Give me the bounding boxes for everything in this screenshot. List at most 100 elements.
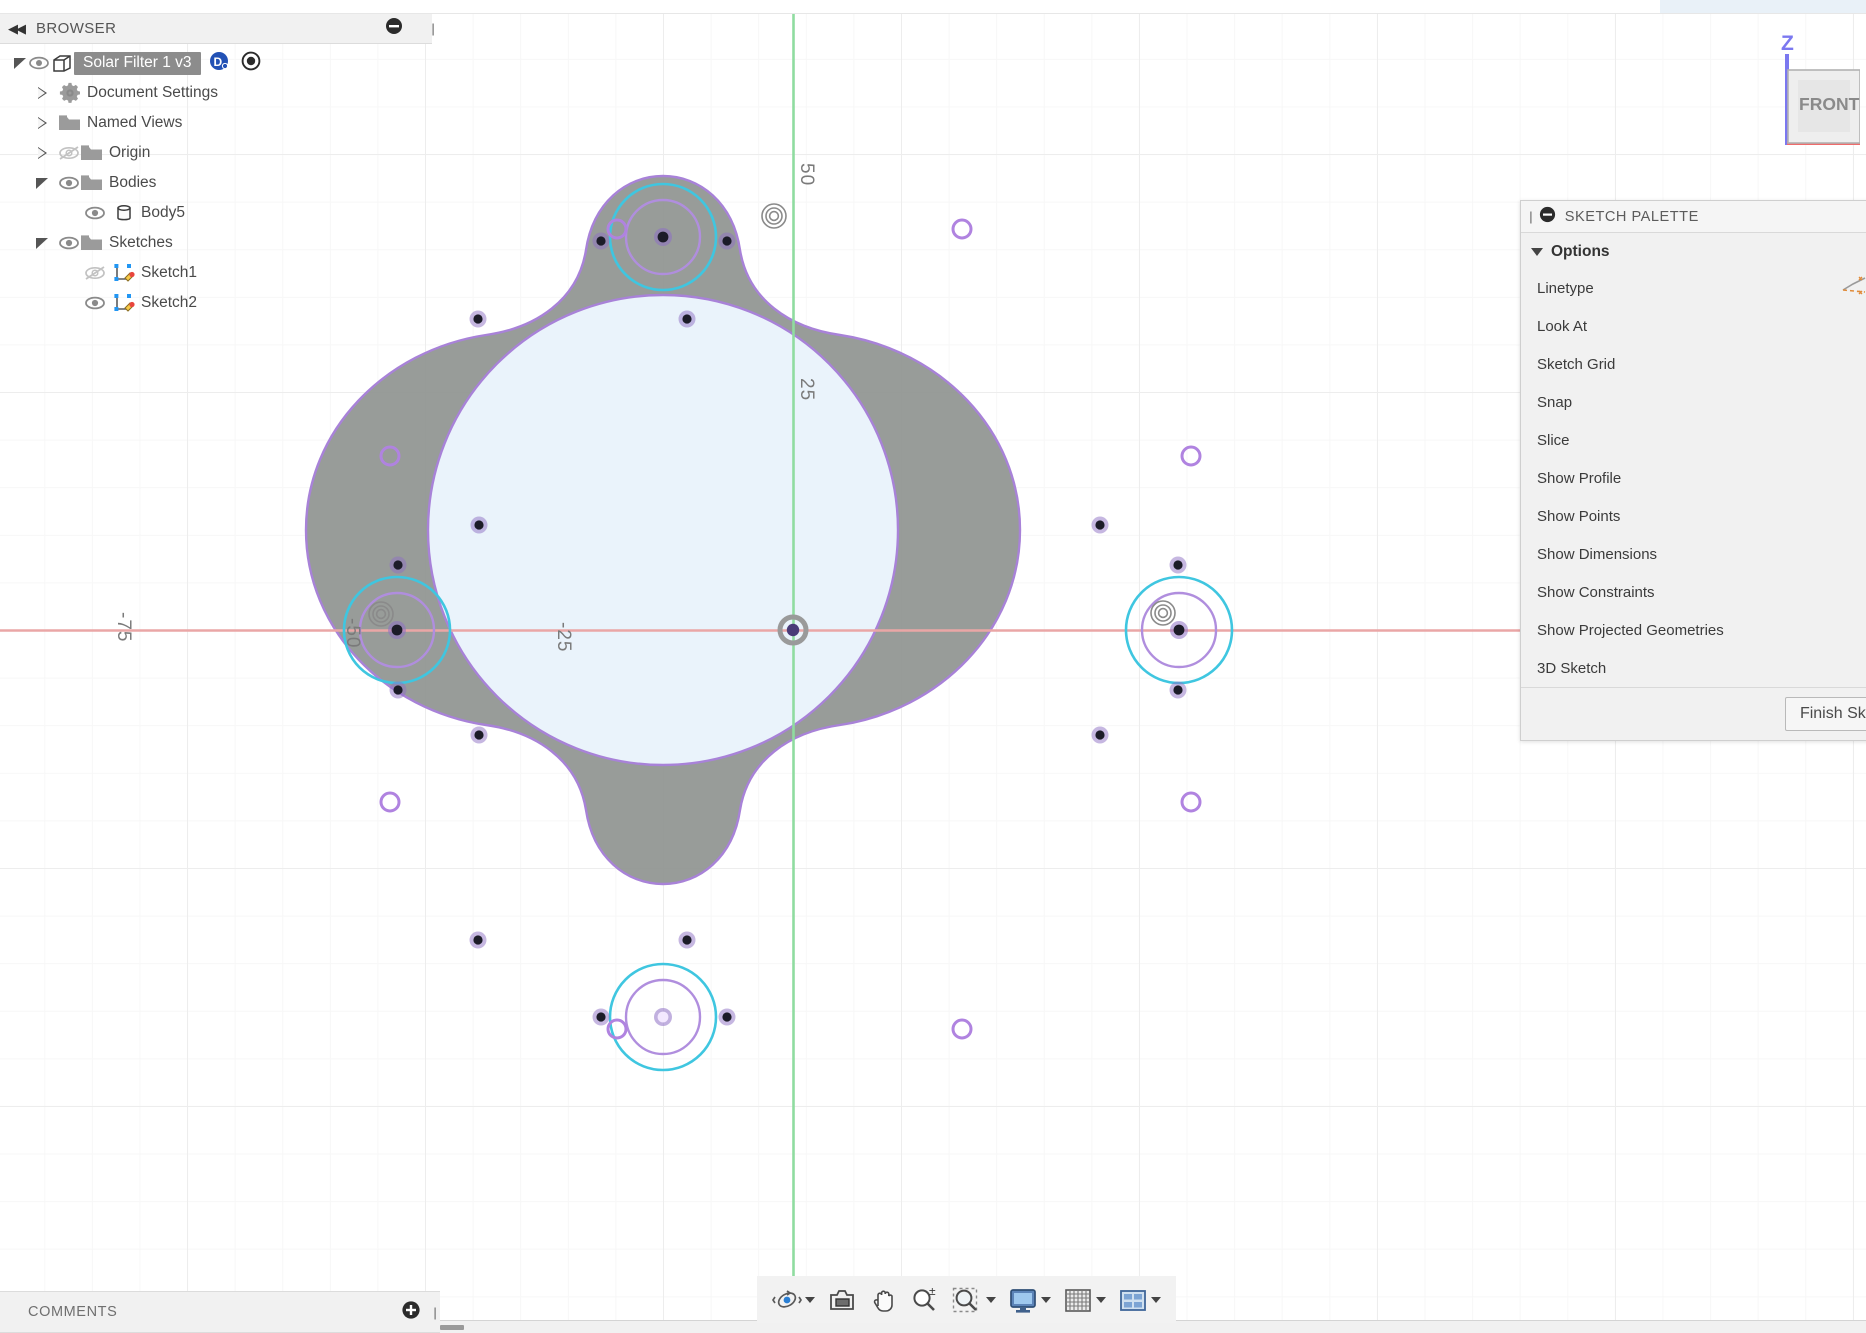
tree-item-origin[interactable]: Origin [0, 138, 440, 168]
panel-grip[interactable]: || [1529, 209, 1532, 224]
tree-item-label: Sketches [109, 234, 173, 251]
drive-badge-icon[interactable]: D [209, 51, 229, 76]
add-comment-icon[interactable] [401, 1300, 421, 1325]
twisty-open-icon[interactable] [12, 55, 28, 71]
tree-item-body5[interactable]: Body5 [0, 198, 440, 228]
twisty-open-icon[interactable] [34, 175, 50, 191]
chevron-down-icon[interactable] [1096, 1296, 1106, 1303]
axis-label: 50 [796, 163, 817, 187]
row-label: Look At [1537, 317, 1588, 335]
display-settings-button[interactable] [1003, 1283, 1056, 1317]
palette-row-slice[interactable]: Slice [1521, 421, 1866, 459]
row-label: Show Projected Geometries [1537, 621, 1724, 639]
sketch-palette-header[interactable]: || SKETCH PALETTE [1521, 201, 1866, 233]
folder-icon [80, 233, 104, 253]
row-label: Show Points [1537, 507, 1621, 525]
component-icon [50, 53, 74, 73]
svg-text:D: D [213, 55, 222, 69]
chevron-down-icon[interactable] [805, 1296, 815, 1303]
panel-resize-handle[interactable] [440, 1325, 464, 1330]
palette-row-show-projected-geometries[interactable]: Show Projected Geometries [1521, 611, 1866, 649]
minimize-icon[interactable] [1539, 206, 1556, 227]
axis-label: -50 [342, 618, 363, 649]
palette-row-look-at[interactable]: Look At [1521, 307, 1866, 345]
palette-row-show-constraints[interactable]: Show Constraints [1521, 573, 1866, 611]
row-label: Linetype [1537, 279, 1594, 297]
twisty-closed-icon[interactable] [34, 115, 50, 131]
twisty-closed-icon[interactable] [34, 145, 50, 161]
comments-label: COMMENTS [28, 1304, 118, 1320]
finish-sketch-button[interactable]: Finish Sketch [1784, 697, 1866, 731]
chevron-down-icon[interactable] [1151, 1296, 1161, 1303]
activate-radio-icon[interactable] [241, 51, 261, 76]
gear-icon [58, 82, 82, 104]
tree-item-bodies[interactable]: Bodies [0, 168, 440, 198]
inner-profile-circle[interactable] [426, 293, 900, 767]
tree-item-sketches[interactable]: Sketches [0, 228, 440, 258]
document-tab-active[interactable] [1660, 0, 1866, 13]
tree-item-document-settings[interactable]: Document Settings [0, 78, 440, 108]
axis-z-label: Z [1781, 32, 1794, 55]
tree-item-named-views[interactable]: Named Views [0, 108, 440, 138]
palette-row-show-dimensions[interactable]: Show Dimensions [1521, 535, 1866, 573]
tree-item-sketch2[interactable]: Sketch2 [0, 288, 440, 318]
row-label: Show Constraints [1537, 583, 1655, 601]
sketch-palette[interactable]: || SKETCH PALETTE Options Linetype Look … [1520, 200, 1866, 741]
palette-row-show-points[interactable]: Show Points [1521, 497, 1866, 535]
palette-row-sketch-grid[interactable]: Sketch Grid [1521, 345, 1866, 383]
sketch-icon [112, 262, 136, 284]
twisty-open-icon[interactable] [34, 235, 50, 251]
tree-item-solar-filter[interactable]: Solar Filter 1 v3 D [0, 48, 440, 78]
browser-header[interactable]: ◀◀ BROWSER || [0, 14, 434, 44]
view-cube[interactable]: Z FRONT [1740, 28, 1861, 153]
browser-tree[interactable]: Solar Filter 1 v3 D Document Settings Na… [0, 44, 440, 318]
row-label: Show Dimensions [1537, 545, 1658, 563]
top-strip [0, 0, 1866, 14]
panel-grip[interactable]: || [433, 1305, 436, 1320]
tree-item-label: Sketch2 [141, 294, 198, 311]
comments-bar[interactable]: COMMENTS || [0, 1291, 440, 1333]
options-section-header[interactable]: Options [1521, 233, 1866, 269]
folder-icon [80, 173, 104, 193]
tree-item-label: Named Views [87, 114, 183, 131]
collapse-left-icon[interactable]: ◀◀ [8, 21, 26, 37]
visibility-eye-icon[interactable] [84, 205, 106, 221]
browser-panel[interactable]: ◀◀ BROWSER || Solar Filter 1 v3 D Docume… [0, 14, 440, 318]
chevron-down-icon[interactable] [1041, 1296, 1051, 1303]
zoom-window-button[interactable] [946, 1283, 1001, 1317]
options-section-label: Options [1551, 243, 1610, 260]
panel-grip[interactable]: || [431, 21, 434, 36]
row-label: Sketch Grid [1537, 355, 1616, 373]
orbit-button[interactable] [767, 1283, 820, 1317]
palette-row-snap[interactable]: Snap [1521, 383, 1866, 421]
construction-line-icon[interactable] [1841, 275, 1866, 301]
palette-row-show-profile[interactable]: Show Profile [1521, 459, 1866, 497]
visibility-eye-icon[interactable] [58, 175, 80, 191]
folder-icon [80, 143, 104, 163]
visibility-hidden-icon[interactable] [84, 265, 106, 281]
chevron-down-icon[interactable] [986, 1296, 996, 1303]
visibility-eye-icon[interactable] [84, 295, 106, 311]
zoom-button[interactable]: ± [904, 1283, 944, 1317]
visibility-hidden-icon[interactable] [58, 145, 80, 161]
pan-button[interactable] [864, 1283, 902, 1317]
viewports-button[interactable] [1113, 1283, 1166, 1317]
chevron-down-icon[interactable] [1531, 248, 1543, 256]
visibility-eye-icon[interactable] [58, 235, 80, 251]
sketch-palette-title: SKETCH PALETTE [1564, 208, 1699, 225]
visibility-eye-icon[interactable] [28, 56, 50, 70]
palette-footer: Finish Sketch [1521, 687, 1866, 740]
tree-item-label: Body5 [141, 204, 185, 221]
axis-label: 25 [796, 378, 817, 402]
palette-row-3d-sketch[interactable]: 3D Sketch [1521, 649, 1866, 687]
look-at-button[interactable] [822, 1284, 862, 1316]
palette-row-linetype[interactable]: Linetype [1521, 269, 1866, 307]
navigation-toolbar[interactable]: ± [757, 1276, 1176, 1323]
row-label: Slice [1537, 431, 1570, 449]
tree-item-sketch1[interactable]: Sketch1 [0, 258, 440, 288]
minimize-icon[interactable] [385, 17, 403, 40]
grid-snaps-button[interactable] [1058, 1283, 1111, 1317]
axis-label: -25 [553, 622, 574, 653]
twisty-closed-icon[interactable] [34, 85, 50, 101]
row-label: Snap [1537, 393, 1573, 411]
